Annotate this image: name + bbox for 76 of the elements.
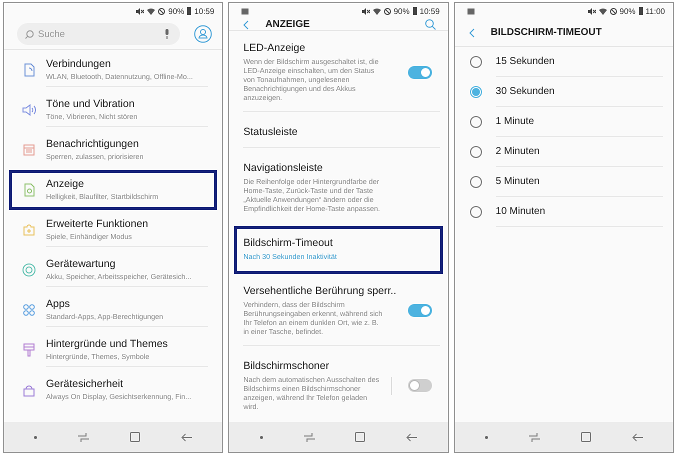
speaker-icon xyxy=(22,103,36,117)
dot-icon xyxy=(485,436,488,438)
lock-icon xyxy=(22,383,36,397)
battery-percent: 90% xyxy=(620,6,636,16)
recents-icon[interactable] xyxy=(528,432,540,442)
item-title: Erweiterte Funktionen xyxy=(46,218,150,230)
option-label[interactable]: 5 Minuten xyxy=(496,167,663,197)
clock-time: 11:00 xyxy=(646,6,665,16)
item-title: Bildschirmschoner xyxy=(243,360,330,372)
back-icon[interactable] xyxy=(632,432,643,442)
mute-icon xyxy=(588,8,596,14)
toggle-switch[interactable] xyxy=(408,304,432,317)
item-title: Gerätewartung xyxy=(46,258,116,270)
radio-button[interactable] xyxy=(470,176,482,188)
toggle-switch[interactable] xyxy=(408,66,432,78)
battery-icon xyxy=(412,7,417,15)
clock-time: 10:59 xyxy=(420,6,440,16)
document-signal-icon xyxy=(22,63,36,77)
option-label[interactable]: 1 Minute xyxy=(496,107,663,137)
search-placeholder: Suche xyxy=(38,28,66,40)
toggle-switch[interactable] xyxy=(408,379,432,392)
item-title: Apps xyxy=(46,298,71,310)
mute-icon xyxy=(136,8,144,14)
battery-percent: 90% xyxy=(394,6,410,16)
screen-title: ANZEIGE xyxy=(265,19,311,30)
radio-button[interactable] xyxy=(470,86,482,98)
no-disturb-icon xyxy=(610,8,617,14)
settings-item[interactable]: Statusleiste xyxy=(234,115,443,151)
no-disturb-icon xyxy=(384,8,391,14)
item-title: Benachrichtigungen xyxy=(46,138,140,150)
mute-icon xyxy=(362,8,370,14)
back-icon[interactable] xyxy=(406,432,418,442)
item-title: Anzeige xyxy=(46,178,85,190)
item-title: Verbindungen xyxy=(46,58,112,70)
option-label[interactable]: 10 Minuten xyxy=(496,197,663,227)
back-chevron-icon[interactable] xyxy=(468,28,475,38)
battery-icon xyxy=(638,7,643,15)
item-title: Versehentliche Berührung sperr.. xyxy=(243,285,398,297)
profile-icon[interactable] xyxy=(194,25,212,43)
search-icon[interactable] xyxy=(424,19,436,30)
battery-icon xyxy=(187,7,192,15)
radio-button[interactable] xyxy=(470,116,482,128)
search-icon xyxy=(25,30,34,38)
dot-icon xyxy=(34,436,38,438)
home-icon[interactable] xyxy=(355,432,366,442)
apps-icon xyxy=(22,303,36,317)
recents-icon[interactable] xyxy=(304,432,315,442)
wifi-icon xyxy=(372,8,381,14)
item-title: LED-Anzeige xyxy=(243,42,306,54)
brush-icon xyxy=(22,343,36,357)
home-icon[interactable] xyxy=(580,432,591,442)
dot-icon xyxy=(260,436,263,438)
item-title: Statusleiste xyxy=(243,126,299,138)
item-title: Bildschirm-Timeout xyxy=(243,237,334,249)
no-disturb-icon xyxy=(158,8,166,14)
back-icon[interactable] xyxy=(180,432,192,442)
item-title: Töne und Vibration xyxy=(46,98,136,110)
home-icon[interactable] xyxy=(130,432,140,442)
back-chevron-icon[interactable] xyxy=(243,20,250,30)
item-title: Hintergründe und Themes xyxy=(46,338,169,350)
clock-time: 10:59 xyxy=(194,6,214,16)
option-label[interactable]: 15 Sekunden xyxy=(496,47,663,77)
microphone-icon[interactable] xyxy=(164,29,170,39)
list-box-icon xyxy=(22,143,36,157)
item-title: Navigationsleiste xyxy=(243,162,324,174)
battery-percent: 90% xyxy=(168,6,184,16)
screen-title: BILDSCHIRM-TIMEOUT xyxy=(490,27,603,38)
recents-icon[interactable] xyxy=(78,432,90,442)
option-label[interactable]: 2 Minuten xyxy=(496,137,663,167)
option-label[interactable]: 30 Sekunden xyxy=(496,77,663,107)
radio-button[interactable] xyxy=(470,56,482,68)
item-title: Gerätesicherheit xyxy=(46,378,124,390)
radio-button[interactable] xyxy=(470,146,482,158)
wifi-icon xyxy=(147,8,156,14)
wifi-icon xyxy=(598,8,607,14)
radio-button[interactable] xyxy=(470,206,482,218)
